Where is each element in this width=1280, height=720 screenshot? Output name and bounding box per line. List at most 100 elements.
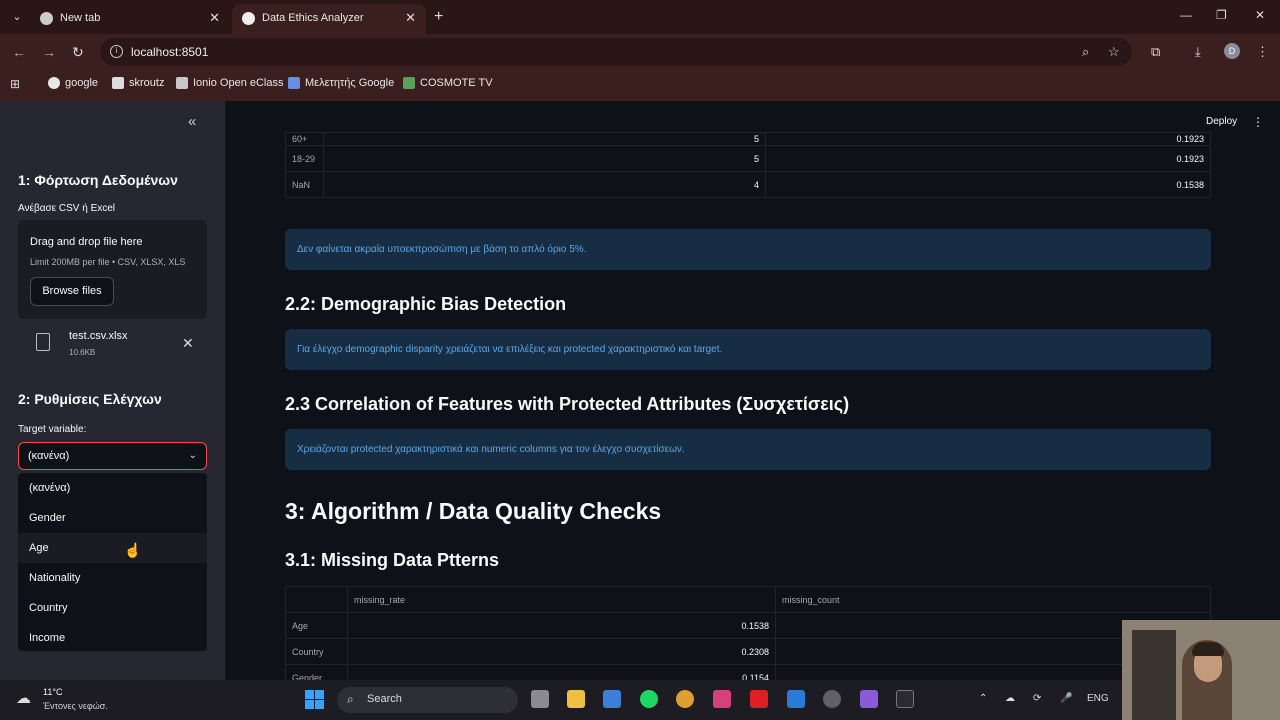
webcam-hair xyxy=(1192,642,1224,656)
search-label: Search xyxy=(367,693,402,705)
tab-bar: ⌄ New tab ✕ Data Ethics Analyzer ✕ + — ❐… xyxy=(0,0,1280,34)
option-country[interactable]: Country xyxy=(18,593,207,623)
bookmark-star-icon[interactable]: ☆ xyxy=(1108,44,1120,60)
site-info-icon[interactable]: i xyxy=(110,45,123,58)
heading-correlation: 2.3 Correlation of Features with Protect… xyxy=(285,394,850,414)
weather-condition[interactable]: Έντονες νεφώσ. xyxy=(43,701,108,711)
bookmark-label: Ionio Open eClass xyxy=(193,77,284,89)
rate-cell: 0.1538 xyxy=(765,171,1211,198)
address-bar[interactable]: i localhost:8501 ⌕ ☆ xyxy=(100,38,1132,66)
store-icon[interactable] xyxy=(603,690,621,708)
tray-chevron-icon[interactable]: ⌃ xyxy=(979,693,987,704)
collapse-sidebar-icon[interactable]: « xyxy=(188,113,196,130)
tab-search-icon[interactable]: ⌄ xyxy=(8,8,26,26)
sidebar: « 1: Φόρτωση Δεδομένων Ανέβασε CSV ή Exc… xyxy=(0,101,225,680)
close-tab-icon[interactable]: ✕ xyxy=(209,10,220,26)
new-tab-icon[interactable]: + xyxy=(434,8,443,26)
webcam-overlay xyxy=(1122,620,1280,720)
apps-grid-icon[interactable]: ⊞ xyxy=(10,77,20,91)
google-icon xyxy=(48,77,60,89)
maximize-icon[interactable]: ❐ xyxy=(1216,8,1227,22)
eclass-icon xyxy=(176,77,188,89)
chevron-down-icon[interactable]: ⌄ xyxy=(189,450,197,461)
main-menu-icon[interactable]: ⋮ xyxy=(1252,115,1264,129)
tab-label: New tab xyxy=(60,12,101,24)
chrome-icon xyxy=(40,12,53,25)
onedrive-icon[interactable]: ☁ xyxy=(1005,693,1015,704)
table-header-row: missing_rate missing_count xyxy=(285,586,1211,613)
option-income[interactable]: Income xyxy=(18,623,207,653)
target-select[interactable]: (κανένα) ⌄ xyxy=(18,442,207,470)
taskbar-search[interactable]: ⌕ Search xyxy=(337,687,518,713)
tab-label: Data Ethics Analyzer xyxy=(262,12,364,24)
file-explorer-icon[interactable] xyxy=(567,690,585,708)
task-view-icon[interactable] xyxy=(531,690,549,708)
tab-new-tab[interactable]: New tab ✕ xyxy=(30,4,230,34)
bookmark-scholar[interactable]: Μελετητής Google xyxy=(288,77,394,89)
reload-icon[interactable]: ↻ xyxy=(72,44,84,61)
deploy-button[interactable]: Deploy xyxy=(1206,116,1237,127)
windows-taskbar: ☁ 11°C Έντονες νεφώσ. ⌕ Search ⌃ ☁ ⟳ 🎤 E… xyxy=(0,680,1280,720)
temperature[interactable]: 11°C xyxy=(43,687,62,697)
row-label: Gender xyxy=(285,664,348,680)
bookmark-eclass[interactable]: Ionio Open eClass xyxy=(176,77,284,89)
info-correlation: Χρειάζονται protected χαρακτηριστικά και… xyxy=(285,429,1211,470)
row-label: NaN xyxy=(285,171,324,198)
zoom-icon[interactable]: ⌕ xyxy=(1082,44,1089,60)
bookmark-google[interactable]: google xyxy=(48,77,98,89)
file-uploader[interactable]: Drag and drop file here Limit 200MB per … xyxy=(18,220,207,319)
download-icon[interactable]: ⤓ xyxy=(1195,44,1201,60)
menu-icon[interactable]: ⋮ xyxy=(1256,44,1269,60)
extensions-icon[interactable]: ⧉ xyxy=(1151,44,1160,60)
start-button[interactable] xyxy=(305,690,324,709)
youtube-icon[interactable] xyxy=(750,690,768,708)
app-icon[interactable] xyxy=(860,690,878,708)
row-label: Age xyxy=(285,612,348,639)
row-label: Country xyxy=(285,638,348,665)
upload-label: Ανέβασε CSV ή Excel xyxy=(18,203,116,214)
bookmark-cosmote[interactable]: COSMOTE TV xyxy=(403,77,493,89)
count-cell: 4 xyxy=(323,171,766,198)
count-cell: 5 xyxy=(323,145,766,172)
forward-icon[interactable]: → xyxy=(42,44,56,60)
option-age[interactable]: Age xyxy=(18,533,207,563)
browse-files-button[interactable]: Browse files xyxy=(30,277,114,306)
mouse-cursor-icon: ☝ xyxy=(124,542,142,558)
profile-avatar[interactable]: D xyxy=(1224,43,1240,59)
table-row: Age 0.1538 xyxy=(285,612,1211,639)
upload-limits: Limit 200MB per file • CSV, XLSX, XLS xyxy=(30,257,186,267)
heading-algorithm: 3: Algorithm / Data Quality Checks xyxy=(285,498,662,524)
remove-file-icon[interactable]: ✕ xyxy=(182,335,194,352)
column-header: missing_count xyxy=(775,586,1211,613)
target-label: Target variable: xyxy=(18,424,87,435)
option-gender[interactable]: Gender xyxy=(18,503,207,533)
webcam-door xyxy=(1132,630,1176,720)
spotify-icon[interactable] xyxy=(640,690,658,708)
chrome-taskbar-icon[interactable] xyxy=(676,690,694,708)
terminal-icon[interactable] xyxy=(896,690,914,708)
close-window-icon[interactable]: ✕ xyxy=(1255,8,1265,22)
close-tab-icon[interactable]: ✕ xyxy=(405,10,416,26)
minimize-icon[interactable]: — xyxy=(1180,8,1192,22)
main-content: Deploy ⋮ 60+ 5 0.1923 18-29 5 0.1923 NaN… xyxy=(225,101,1280,680)
url-text[interactable]: localhost:8501 xyxy=(131,45,208,59)
sync-icon[interactable]: ⟳ xyxy=(1033,693,1041,704)
instagram-icon[interactable] xyxy=(713,690,731,708)
weather-cloud-icon[interactable]: ☁ xyxy=(16,689,31,707)
option-nationality[interactable]: Nationality xyxy=(18,563,207,593)
target-select-value[interactable]: (κανένα) xyxy=(28,450,69,462)
outlook-icon[interactable] xyxy=(787,690,805,708)
bookmark-skroutz[interactable]: skroutz xyxy=(112,77,164,89)
settings-icon[interactable] xyxy=(823,690,841,708)
microphone-icon[interactable]: 🎤 xyxy=(1060,693,1072,704)
table-row: 60+ 5 0.1923 xyxy=(285,132,1211,146)
language-indicator[interactable]: ENG xyxy=(1087,693,1109,704)
section2-title: 2: Ρυθμίσεις Ελέγχων xyxy=(18,391,162,407)
rate-cell: 0.1538 xyxy=(347,612,776,639)
back-icon[interactable]: ← xyxy=(12,44,26,60)
file-name: test.csv.xlsx xyxy=(69,330,128,342)
option-none[interactable]: (κανένα) xyxy=(18,473,207,503)
table-row: NaN 4 0.1538 xyxy=(285,171,1211,198)
index-header xyxy=(285,586,348,613)
tab-data-ethics-analyzer[interactable]: Data Ethics Analyzer ✕ xyxy=(232,4,426,34)
